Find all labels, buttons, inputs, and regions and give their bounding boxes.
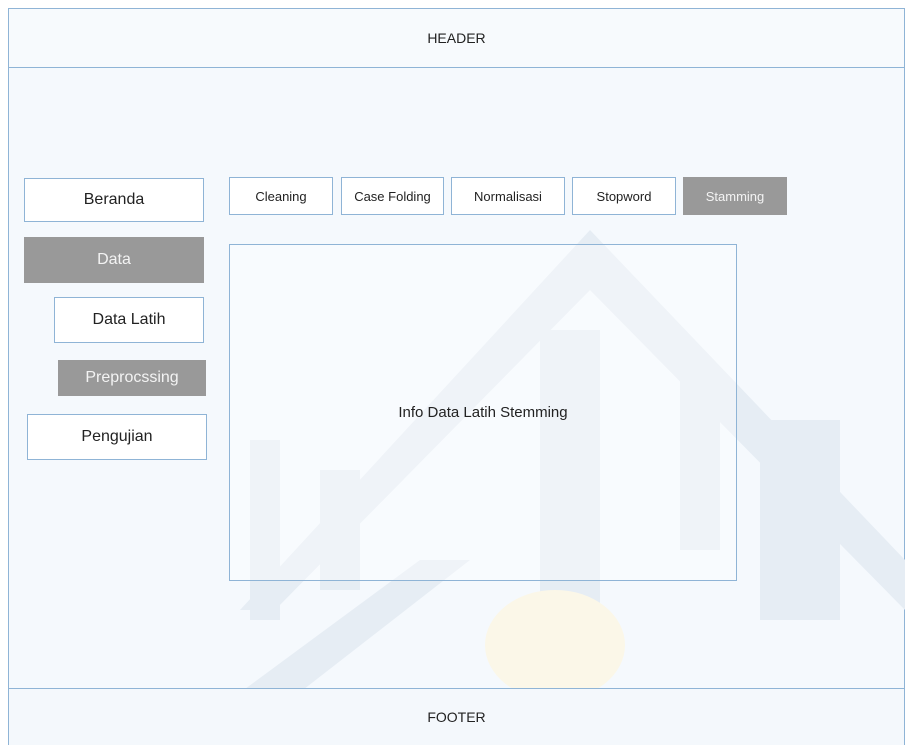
sidebar-item-label: Data Latih: [92, 311, 166, 328]
sidebar-item-beranda[interactable]: Beranda: [24, 178, 204, 222]
header-title: HEADER: [427, 30, 486, 46]
sidebar-item-label: Beranda: [83, 191, 145, 208]
header: HEADER: [8, 8, 905, 68]
tab-label: Case Folding: [354, 188, 431, 204]
tab-cleaning[interactable]: Cleaning: [229, 177, 333, 215]
sidebar-item-pengujian[interactable]: Pengujian: [27, 414, 207, 460]
sidebar-item-data-latih[interactable]: Data Latih: [54, 297, 204, 343]
tab-label: Normalisasi: [474, 188, 542, 204]
tab-stamming[interactable]: Stamming: [683, 177, 787, 215]
sidebar-item-data[interactable]: Data: [24, 237, 204, 283]
tab-label: Stamming: [705, 188, 765, 204]
sidebar-item-label: Preprocssing: [85, 369, 179, 386]
tab-normalisasi[interactable]: Normalisasi: [451, 177, 565, 215]
sidebar-item-preprocssing[interactable]: Preprocssing: [58, 360, 206, 396]
content-panel: Info Data Latih Stemming: [229, 244, 737, 581]
content-label: Info Data Latih Stemming: [398, 404, 568, 421]
sidebar-item-label: Data: [97, 251, 131, 268]
tab-case-folding[interactable]: Case Folding: [341, 177, 444, 215]
tab-stopword[interactable]: Stopword: [572, 177, 676, 215]
footer-title: FOOTER: [427, 709, 486, 725]
tab-label: Stopword: [596, 188, 652, 204]
sidebar-item-label: Pengujian: [81, 428, 153, 445]
tab-label: Cleaning: [255, 188, 307, 204]
footer: FOOTER: [8, 688, 905, 745]
